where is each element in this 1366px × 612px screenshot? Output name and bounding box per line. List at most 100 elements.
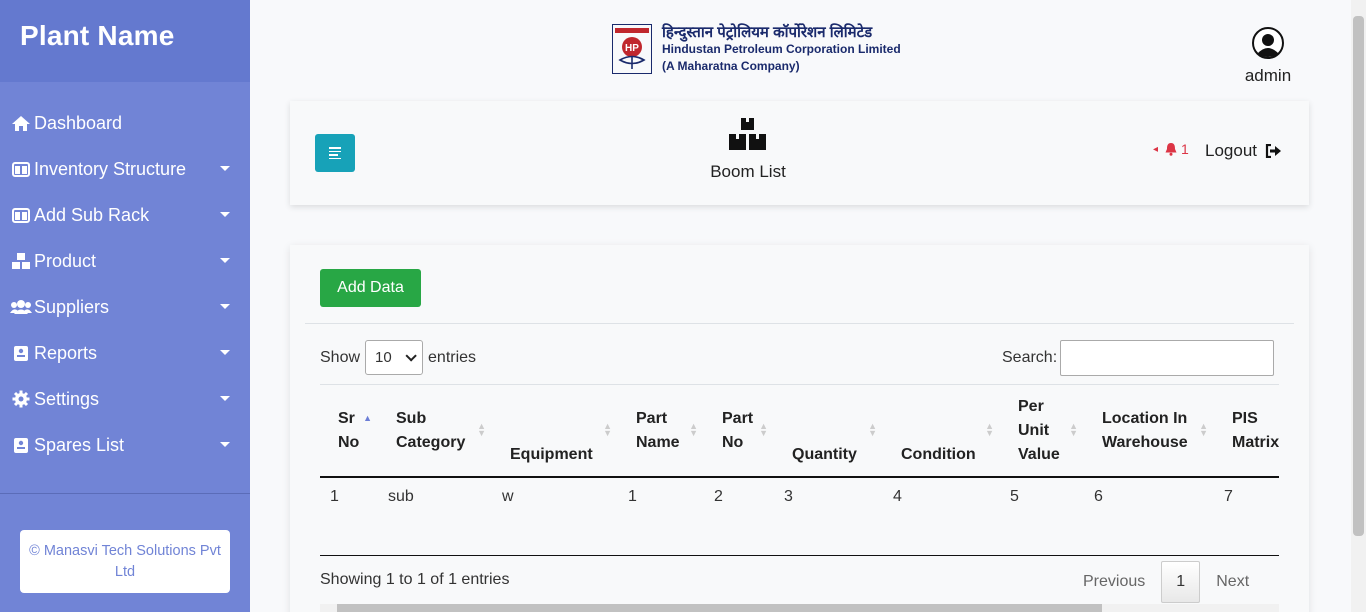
users-icon xyxy=(10,298,32,316)
sidebar: Plant Name Dashboard Inventory Structure… xyxy=(0,0,250,612)
logo-english: Hindustan Petroleum Corporation Limited xyxy=(662,42,901,56)
sort-icon: ▲ ▼ xyxy=(868,421,877,438)
table-cell: 4 xyxy=(893,488,902,505)
add-data-button[interactable]: Add Data xyxy=(320,269,421,307)
sidebar-toggle-button[interactable] xyxy=(315,134,355,172)
caret-down-icon xyxy=(220,442,230,447)
page-size-value: 10 xyxy=(375,349,392,366)
logo-text: हिन्दुस्तान पेट्रोलियम कॉर्पोरेशन लिमिटे… xyxy=(662,24,901,76)
columns-icon xyxy=(10,206,32,224)
sidebar-item-add-sub-rack[interactable]: Add Sub Rack xyxy=(0,192,250,238)
table-cell: 3 xyxy=(784,488,793,505)
notification-bell[interactable]: ◂ 1 xyxy=(1153,141,1189,157)
id-card-icon xyxy=(10,344,32,362)
sort-icon: ▲ ▼ xyxy=(689,421,698,438)
sidebar-item-label: Suppliers xyxy=(34,296,110,317)
sidebar-item-reports[interactable]: Reports xyxy=(0,330,250,376)
main-card: Add Data Show 10 entries Search: Sr No ▲… xyxy=(290,245,1309,612)
page-1-button[interactable]: 1 xyxy=(1161,561,1201,603)
caret-down-icon xyxy=(220,396,230,401)
column-header-location-in-warehouse[interactable]: Location In Warehouse ▲ ▼ xyxy=(1084,385,1214,476)
table-row: 1 sub w 1 2 3 4 5 6 7 xyxy=(320,478,1279,556)
vertical-scrollbar[interactable] xyxy=(1351,0,1366,612)
sidebar-item-label: Inventory Structure xyxy=(34,158,187,179)
sort-icon: ▲ xyxy=(363,413,372,423)
caret-down-icon xyxy=(220,350,230,355)
logo-subtitle: (A Maharatna Company) xyxy=(662,59,800,73)
sidebar-item-spares-list[interactable]: Spares List xyxy=(0,422,250,468)
column-header-quantity[interactable]: Quantity ▲ ▼ xyxy=(774,385,883,476)
bell-icon xyxy=(1165,143,1177,156)
sidebar-item-suppliers[interactable]: Suppliers xyxy=(0,284,250,330)
scrollbar-thumb[interactable] xyxy=(1353,16,1364,536)
previous-button[interactable]: Previous xyxy=(1071,573,1157,591)
notification-count: 1 xyxy=(1181,141,1189,157)
entries-label: entries xyxy=(428,348,477,366)
gear-icon xyxy=(10,390,32,408)
caret-down-icon xyxy=(220,258,230,263)
column-header-pis-matrix[interactable]: PIS Matrix xyxy=(1214,385,1279,476)
sidebar-item-label: Add Sub Rack xyxy=(34,204,150,225)
search-input[interactable] xyxy=(1060,340,1275,376)
table-cell: 7 xyxy=(1224,488,1233,505)
id-card-icon xyxy=(10,436,32,454)
sort-icon: ▲ ▼ xyxy=(759,421,768,438)
sort-icon: ▲ ▼ xyxy=(1199,421,1208,438)
home-icon xyxy=(10,114,32,132)
caret-down-icon xyxy=(220,166,230,171)
sidebar-item-label: Dashboard xyxy=(34,112,123,133)
scrollbar-thumb[interactable] xyxy=(337,604,1102,612)
page-title: Boom List xyxy=(710,162,786,181)
table-cell: sub xyxy=(388,488,414,505)
sign-out-icon xyxy=(1265,144,1281,158)
logo-hindi: हिन्दुस्तान पेट्रोलियम कॉर्पोरेशन लिमिटे… xyxy=(662,24,873,41)
column-header-part-name[interactable]: Part Name ▲ ▼ xyxy=(618,385,704,476)
sort-icon: ▲ ▼ xyxy=(1069,421,1078,438)
column-header-condition[interactable]: Condition ▲ ▼ xyxy=(883,385,1000,476)
page-length-control: Show 10 entries xyxy=(320,340,476,375)
pagination: Previous 1 Next xyxy=(1071,561,1261,603)
column-header-part-no[interactable]: Part No ▲ ▼ xyxy=(704,385,774,476)
column-header-equipment[interactable]: Equipment ▲ ▼ xyxy=(492,385,618,476)
divider xyxy=(305,323,1294,324)
column-header-per-unit-value[interactable]: Per Unit Value ▲ ▼ xyxy=(1000,385,1084,476)
sidebar-item-settings[interactable]: Settings xyxy=(0,376,250,422)
sort-icon: ▲ ▼ xyxy=(603,421,612,438)
sidebar-item-label: Product xyxy=(34,250,97,271)
sidebar-item-dashboard[interactable]: Dashboard xyxy=(0,100,250,146)
table-cell: w xyxy=(502,488,514,505)
boxes-icon xyxy=(10,252,32,270)
search-control: Search: xyxy=(1002,340,1275,376)
sidebar-item-inventory-structure[interactable]: Inventory Structure xyxy=(0,146,250,192)
page-size-select[interactable]: 10 xyxy=(365,340,424,375)
sidebar-item-label: Settings xyxy=(34,388,100,409)
data-table: Sr No ▲ Sub Category ▲ ▼ Equipment ▲ ▼ Par… xyxy=(320,385,1279,557)
sidebar-item-product[interactable]: Product xyxy=(0,238,250,284)
logout-button[interactable]: Logout xyxy=(1205,141,1282,161)
company-logo: HP हिन्दुस्तान पेट्रोलियम कॉर्पोरेशन लिम… xyxy=(612,24,912,76)
user-name: admin xyxy=(1244,66,1292,85)
column-header-sr-no[interactable]: Sr No ▲ xyxy=(320,385,378,476)
copyright-box: © Manasvi Tech Solutions Pvt Ltd xyxy=(20,530,230,593)
sidebar-item-label: Reports xyxy=(34,342,98,363)
user-menu[interactable]: admin xyxy=(1236,27,1300,86)
sort-icon: ▲ ▼ xyxy=(985,421,994,438)
brand-title: Plant Name xyxy=(0,0,250,82)
table-cell: 6 xyxy=(1094,488,1103,505)
sidebar-divider xyxy=(0,493,250,494)
caret-left-icon: ◂ xyxy=(1153,143,1159,155)
sort-icon: ▲ ▼ xyxy=(477,421,486,438)
search-label: Search: xyxy=(1002,349,1058,366)
show-label: Show xyxy=(320,348,361,366)
boxes-icon xyxy=(729,118,766,150)
caret-down-icon xyxy=(220,212,230,217)
sidebar-item-label: Spares List xyxy=(34,434,125,455)
horizontal-scrollbar[interactable] xyxy=(320,604,1279,612)
table-cell: 2 xyxy=(714,488,723,505)
hp-logo-mark: HP xyxy=(612,24,652,74)
sidebar-nav: Dashboard Inventory Structure Add Sub Ra… xyxy=(0,100,250,468)
table-info: Showing 1 to 1 of 1 entries xyxy=(320,571,510,588)
hp-logo-letters: HP xyxy=(625,43,639,54)
column-header-sub-category[interactable]: Sub Category ▲ ▼ xyxy=(378,385,492,476)
next-button[interactable]: Next xyxy=(1204,573,1261,591)
